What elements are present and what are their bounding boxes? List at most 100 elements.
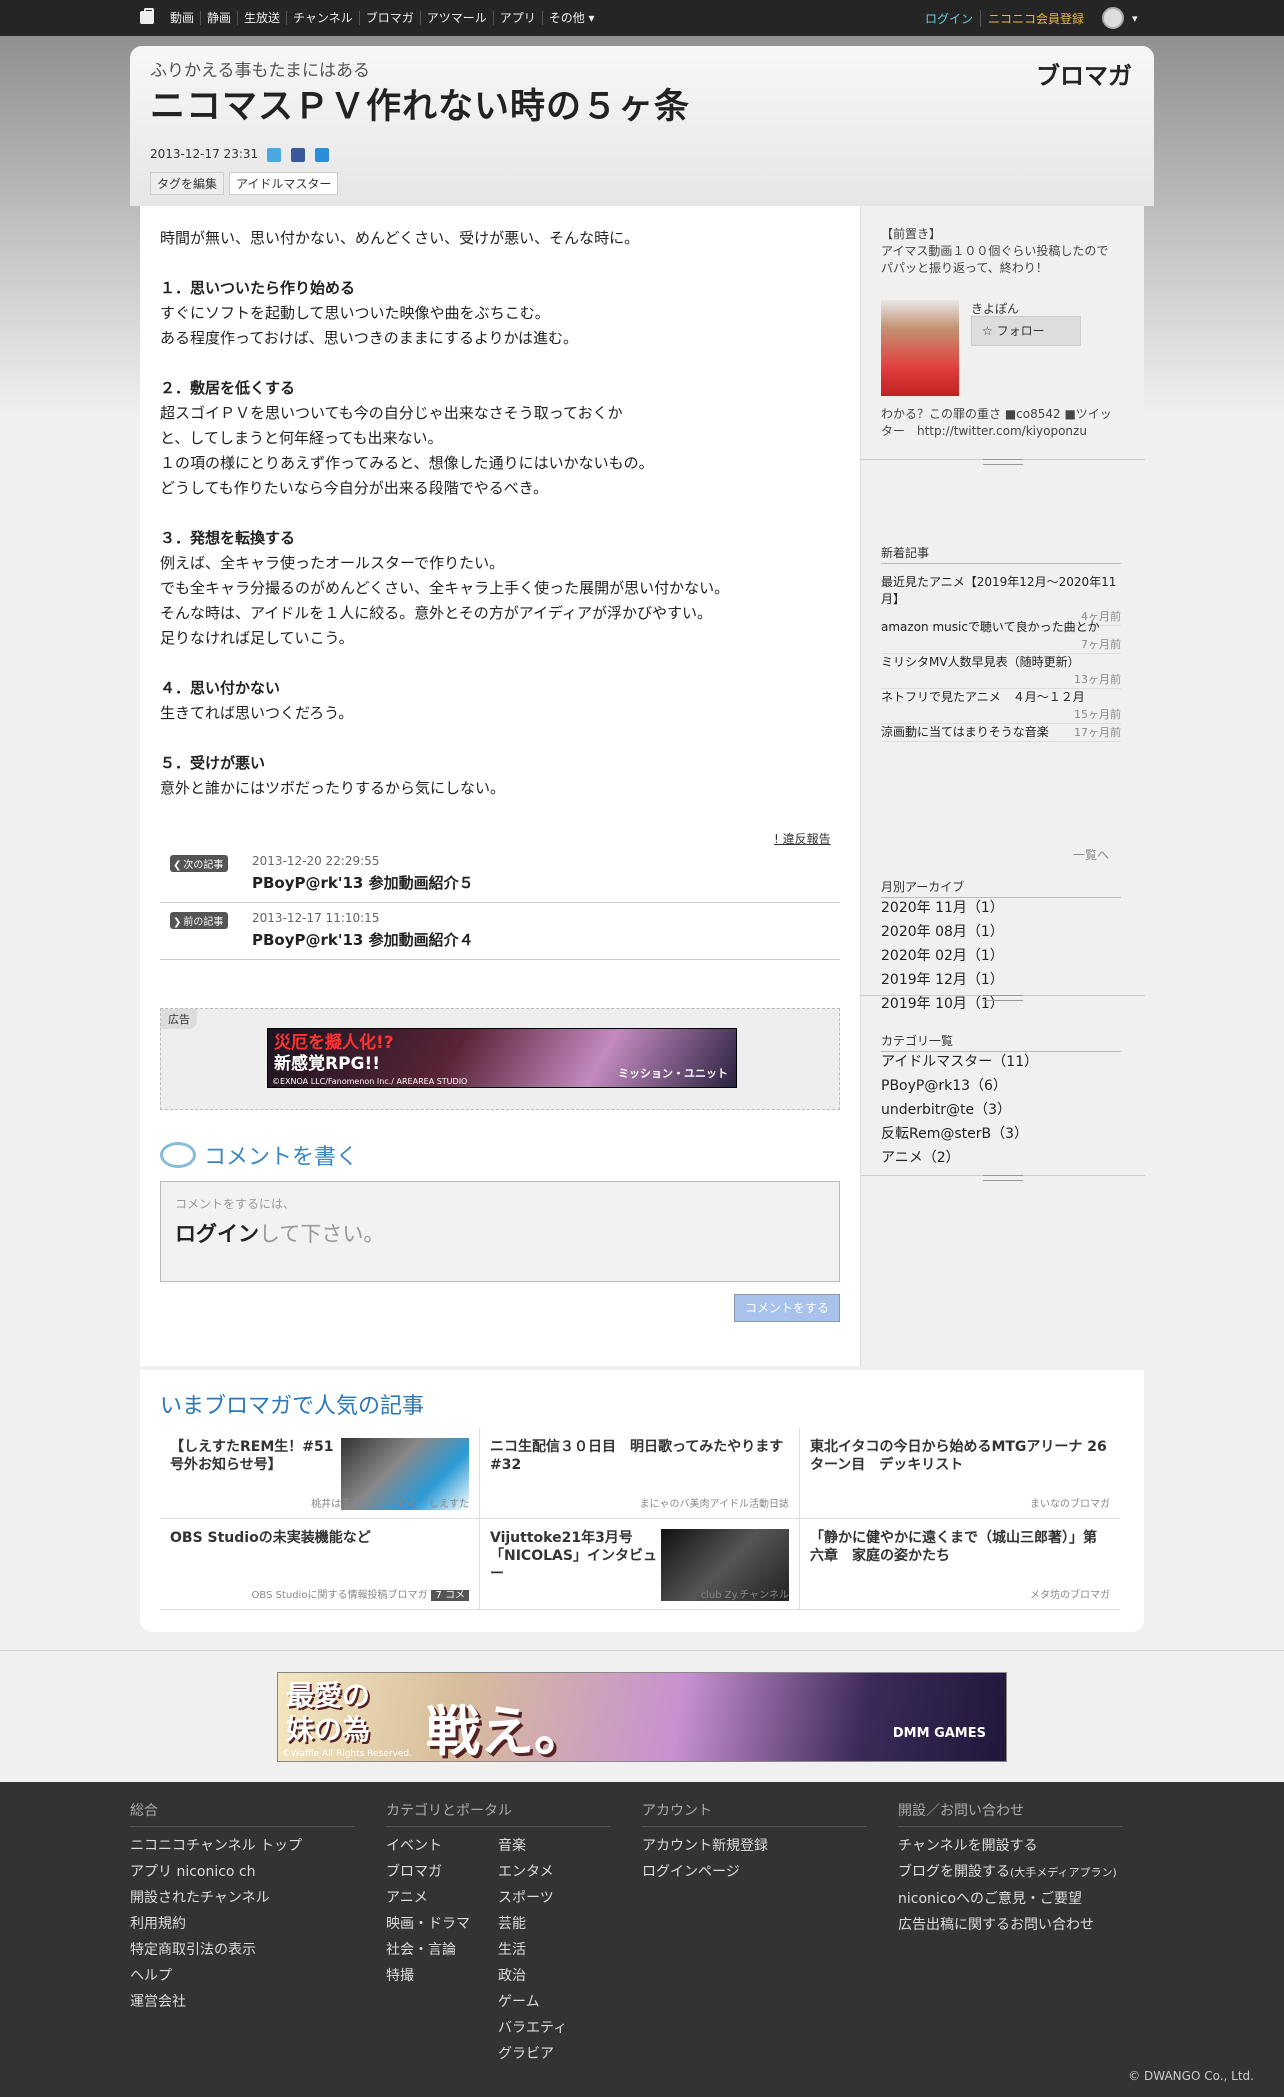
footer-link[interactable]: アプリ niconico ch	[130, 1859, 355, 1885]
recent-article-item[interactable]: 涼画動に当てはまりそうな音楽 17ヶ月前	[881, 724, 1121, 742]
footer-link-text[interactable]: ヘルプ	[130, 1968, 172, 1984]
next-article-link[interactable]: ❮ 次の記事 2013-12-20 22:29:55 PBoyP@rk'13 参加…	[160, 846, 840, 903]
footer-link-text[interactable]: ログインページ	[642, 1864, 740, 1880]
tag-edit-button[interactable]: タグを編集	[150, 172, 225, 195]
nav-item[interactable]: その他 ▾	[541, 11, 601, 25]
recent-article-item[interactable]: amazon musicで聴いて良かった曲とか 7ヶ月前	[881, 619, 1121, 654]
archive-item[interactable]: 2019年 12月（1）	[881, 968, 1004, 992]
author-name[interactable]: きよぽん	[971, 300, 1019, 317]
recent-article-title[interactable]: ネトフリで見たアニメ ４月～１２月	[881, 689, 1121, 706]
comment-login-link[interactable]: ログイン	[175, 1222, 259, 1246]
archive-item[interactable]: 2020年 11月（1）	[881, 896, 1004, 920]
footer-link-text[interactable]: ブログを開設する	[898, 1864, 1010, 1880]
footer-link-text[interactable]: アプリ niconico ch	[130, 1864, 256, 1880]
footer-link[interactable]: グラビア	[498, 2041, 610, 2067]
footer-link[interactable]: 生活	[498, 1937, 610, 1963]
follow-button[interactable]: ☆ フォロー	[971, 316, 1081, 346]
recent-article-title[interactable]: ミリシタMV人数早見表（随時更新）	[881, 654, 1121, 671]
footer-link-text[interactable]: 運営会社	[130, 1994, 186, 2010]
footer-link-text[interactable]: niconicoへのご意見・ご要望	[898, 1891, 1082, 1907]
popular-article-card[interactable]: 東北イタコの今日から始めるMTGアリーナ 26ターン目 デッキリスト まいなのブロ…	[800, 1428, 1120, 1519]
footer-link[interactable]: バラエティ	[498, 2015, 610, 2041]
popular-article-title[interactable]: OBS Studioの未実装機能など	[170, 1529, 470, 1547]
footer-link[interactable]: 政治	[498, 1963, 610, 1989]
footer-link[interactable]: ヘルプ	[130, 1963, 355, 1989]
user-avatar-icon[interactable]	[1102, 7, 1125, 29]
nav-item[interactable]: 生放送	[237, 11, 286, 25]
footer-link[interactable]: 映画・ドラマ	[386, 1911, 498, 1937]
footer-link-text[interactable]: アカウント新規登録	[642, 1838, 768, 1854]
category-item[interactable]: underbitr@te（3）	[881, 1098, 1038, 1122]
blomaga-logo[interactable]: ブロマガ	[1036, 56, 1132, 91]
footer-link[interactable]: ログインページ	[642, 1859, 867, 1885]
footer-link-text[interactable]: 特定商取引法の表示	[130, 1942, 256, 1958]
avatar[interactable]	[881, 300, 959, 396]
footer-link[interactable]: 芸能	[498, 1911, 610, 1937]
footer-link[interactable]: スポーツ	[498, 1885, 610, 1911]
footer-link[interactable]: ニコニコチャンネル トップ	[130, 1833, 355, 1859]
next-article-title[interactable]: PBoyP@rk'13 参加動画紹介５	[252, 872, 474, 893]
category-item[interactable]: 反転Rem@sterB（3）	[881, 1122, 1038, 1146]
popular-article-title[interactable]: Vijuttoke21年3月号「NICOLAS」インタビュー	[490, 1529, 660, 1583]
recent-article-title[interactable]: amazon musicで聴いて良かった曲とか	[881, 619, 1121, 636]
collapse-handle[interactable]	[983, 1175, 1023, 1181]
footer-link[interactable]: 広告出稿に関するお問い合わせ	[898, 1912, 1123, 1938]
popular-article-title[interactable]: 【しえすたREM生！#51 号外お知らせ号】	[170, 1438, 340, 1474]
login-link[interactable]: ログイン	[925, 10, 980, 27]
popular-article-card[interactable]: Vijuttoke21年3月号「NICOLAS」インタビュー club Zy.チャ…	[480, 1519, 800, 1610]
footer-link[interactable]: ゲーム	[498, 1989, 610, 2015]
footer-link-text[interactable]: 開設されたチャンネル	[130, 1890, 270, 1906]
ad-banner[interactable]: 災厄を擬人化!? 新感覚RPG!! ©EXNOA LLC/Fanomenon In…	[267, 1028, 737, 1088]
footer-link-text[interactable]: ニコニコチャンネル トップ	[130, 1838, 302, 1854]
nav-item[interactable]: 動画	[164, 11, 200, 25]
twitter-icon[interactable]	[267, 148, 281, 162]
nav-item[interactable]: アツマール	[419, 11, 493, 25]
footer-link[interactable]: 開設されたチャンネル	[130, 1885, 355, 1911]
register-link[interactable]: ニコニコ会員登録	[980, 9, 1084, 27]
footer-link[interactable]: チャンネルを開設する	[898, 1833, 1123, 1859]
archive-item[interactable]: 2020年 02月（1）	[881, 944, 1004, 968]
footer-link[interactable]: ブログを開設する(大手メディアプラン)	[898, 1859, 1123, 1886]
nav-item[interactable]: ブロマガ	[358, 11, 420, 25]
footer-link[interactable]: エンタメ	[498, 1859, 610, 1885]
report-link[interactable]: ! 違反報告	[774, 830, 831, 847]
category-item[interactable]: アイドルマスター（11）	[881, 1050, 1038, 1074]
popular-article-title[interactable]: 「静かに健やかに遠くまで（城山三郎著）」第六章 家庭の姿かたち	[810, 1529, 1110, 1565]
prev-article-link[interactable]: ❯ 前の記事 2013-12-17 11:10:15 PBoyP@rk'13 参加…	[160, 903, 840, 960]
footer-link[interactable]: 音楽	[498, 1833, 610, 1859]
nav-item[interactable]: アプリ	[492, 11, 542, 25]
footer-link[interactable]: 特撮	[386, 1963, 498, 1989]
popular-article-title[interactable]: 東北イタコの今日から始めるMTGアリーナ 26ターン目 デッキリスト	[810, 1438, 1110, 1474]
footer-link[interactable]: ブロマガ	[386, 1859, 498, 1885]
footer-link[interactable]: 利用規約	[130, 1911, 355, 1937]
category-item[interactable]: アニメ（2）	[881, 1146, 1038, 1170]
footer-link-text[interactable]: 広告出稿に関するお問い合わせ	[898, 1917, 1094, 1933]
facebook-icon[interactable]	[291, 148, 305, 162]
tag-item[interactable]: アイドルマスター	[229, 172, 339, 195]
recent-article-item[interactable]: ミリシタMV人数早見表（随時更新） 13ヶ月前	[881, 654, 1121, 689]
bottom-ad-banner[interactable]: 最愛の 妹の為 戦え。 ©Waffle All Rights Reserved. …	[277, 1672, 1007, 1763]
popular-article-card[interactable]: ニコ生配信３０日目 明日歌ってみたやります #32 まにゃのバ美肉アイドル活動日誌	[480, 1428, 800, 1519]
footer-link[interactable]: 特定商取引法の表示	[130, 1937, 355, 1963]
popular-article-card[interactable]: 【しえすたREM生！#51 号外お知らせ号】 桃井はるこ(モモーイ)の「しえすた	[160, 1428, 480, 1519]
prev-article-title[interactable]: PBoyP@rk'13 参加動画紹介４	[252, 929, 474, 950]
chevron-down-icon[interactable]: ▾	[1132, 12, 1138, 25]
footer-link[interactable]: イベント	[386, 1833, 498, 1859]
footer-link[interactable]: 運営会社	[130, 1989, 355, 2015]
category-item[interactable]: PBoyP@rk13（6）	[881, 1074, 1038, 1098]
footer-link[interactable]: アカウント新規登録	[642, 1833, 867, 1859]
hatena-bookmark-icon[interactable]	[315, 148, 329, 162]
nav-item[interactable]: チャンネル	[286, 11, 359, 25]
archive-item[interactable]: 2020年 08月（1）	[881, 920, 1004, 944]
footer-link[interactable]: アニメ	[386, 1885, 498, 1911]
recent-article-title[interactable]: 最近見たアニメ【2019年12月～2020年11月】	[881, 574, 1121, 608]
nav-item[interactable]: 静画	[200, 11, 237, 25]
footer-link[interactable]: 社会・言論	[386, 1937, 498, 1963]
footer-link[interactable]: niconicoへのご意見・ご要望	[898, 1886, 1123, 1912]
comment-submit-button[interactable]: コメントをする	[734, 1294, 840, 1322]
footer-link-text[interactable]: チャンネルを開設する	[898, 1838, 1038, 1854]
niconico-logo-icon[interactable]	[140, 8, 154, 24]
recent-article-title[interactable]: 涼画動に当てはまりそうな音楽	[881, 724, 1074, 741]
comment-textarea[interactable]: コメントをするには、 ログインして下さい。	[160, 1181, 840, 1282]
more-link[interactable]: 一覧へ	[1073, 846, 1109, 863]
